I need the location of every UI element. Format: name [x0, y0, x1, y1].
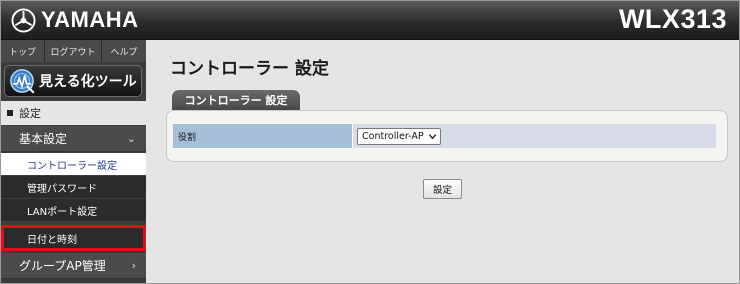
- top-links: トップ ログアウト ヘルプ: [1, 40, 146, 62]
- sidebar-group-ap-management[interactable]: グループAP管理 ›: [1, 253, 146, 279]
- page-title: コントローラー 設定: [170, 59, 329, 79]
- chevron-down-icon: ⌄: [126, 132, 136, 145]
- sidebar-item-admin-password[interactable]: 管理パスワード: [1, 176, 146, 199]
- role-value-cell: Controller-AP: [352, 124, 716, 148]
- top-header: YAMAHA WLX313: [1, 1, 739, 40]
- section-settings: 設定: [1, 101, 146, 125]
- role-label: 役割: [173, 124, 352, 148]
- model-name: WLX313: [618, 4, 727, 34]
- chevron-right-icon: ›: [131, 259, 136, 272]
- link-help[interactable]: ヘルプ: [102, 40, 146, 62]
- visualization-tool-icon: [10, 69, 35, 94]
- role-select[interactable]: Controller-AP: [357, 127, 441, 145]
- sidebar-item-controller-settings[interactable]: コントローラー設定: [1, 153, 146, 176]
- sidebar: トップ ログアウト ヘルプ 見える化ツール 設定 基本設定 ⌄ コントローラー設…: [1, 40, 146, 283]
- sidebar-item-lan-port[interactable]: LANポート設定: [1, 199, 146, 222]
- sidebar-group-label: グループAP管理: [19, 259, 106, 273]
- role-select-value: Controller-AP: [362, 130, 424, 142]
- submit-button[interactable]: 設定: [423, 179, 462, 199]
- square-bullet-icon: [7, 110, 13, 116]
- settings-panel: 役割 Controller-AP: [166, 110, 728, 162]
- tuning-fork-logo-icon: [11, 7, 36, 33]
- form-row-role: 役割 Controller-AP: [173, 124, 716, 148]
- link-top[interactable]: トップ: [1, 40, 45, 62]
- visualization-tool-label: 見える化ツール: [39, 74, 137, 90]
- sidebar-item-date-time[interactable]: 日付と時刻: [1, 225, 146, 252]
- window-frame: YAMAHA WLX313 トップ ログアウト ヘルプ 見える化ツール 設定 基…: [0, 0, 740, 284]
- sidebar-group-label: 基本設定: [19, 132, 68, 146]
- link-logout[interactable]: ログアウト: [45, 40, 102, 62]
- tab-controller-settings: コントローラー 設定: [172, 90, 300, 110]
- brand-name: YAMAHA: [41, 7, 139, 32]
- chevron-down-icon: [428, 133, 436, 139]
- section-label: 設定: [19, 107, 41, 120]
- visualization-tool-button[interactable]: 見える化ツール: [4, 65, 142, 97]
- sidebar-group-basic[interactable]: 基本設定 ⌄: [1, 126, 146, 152]
- main-content: コントローラー 設定 コントローラー 設定 役割 Controller-AP 設…: [146, 40, 739, 283]
- yamaha-logo: YAMAHA: [11, 6, 139, 34]
